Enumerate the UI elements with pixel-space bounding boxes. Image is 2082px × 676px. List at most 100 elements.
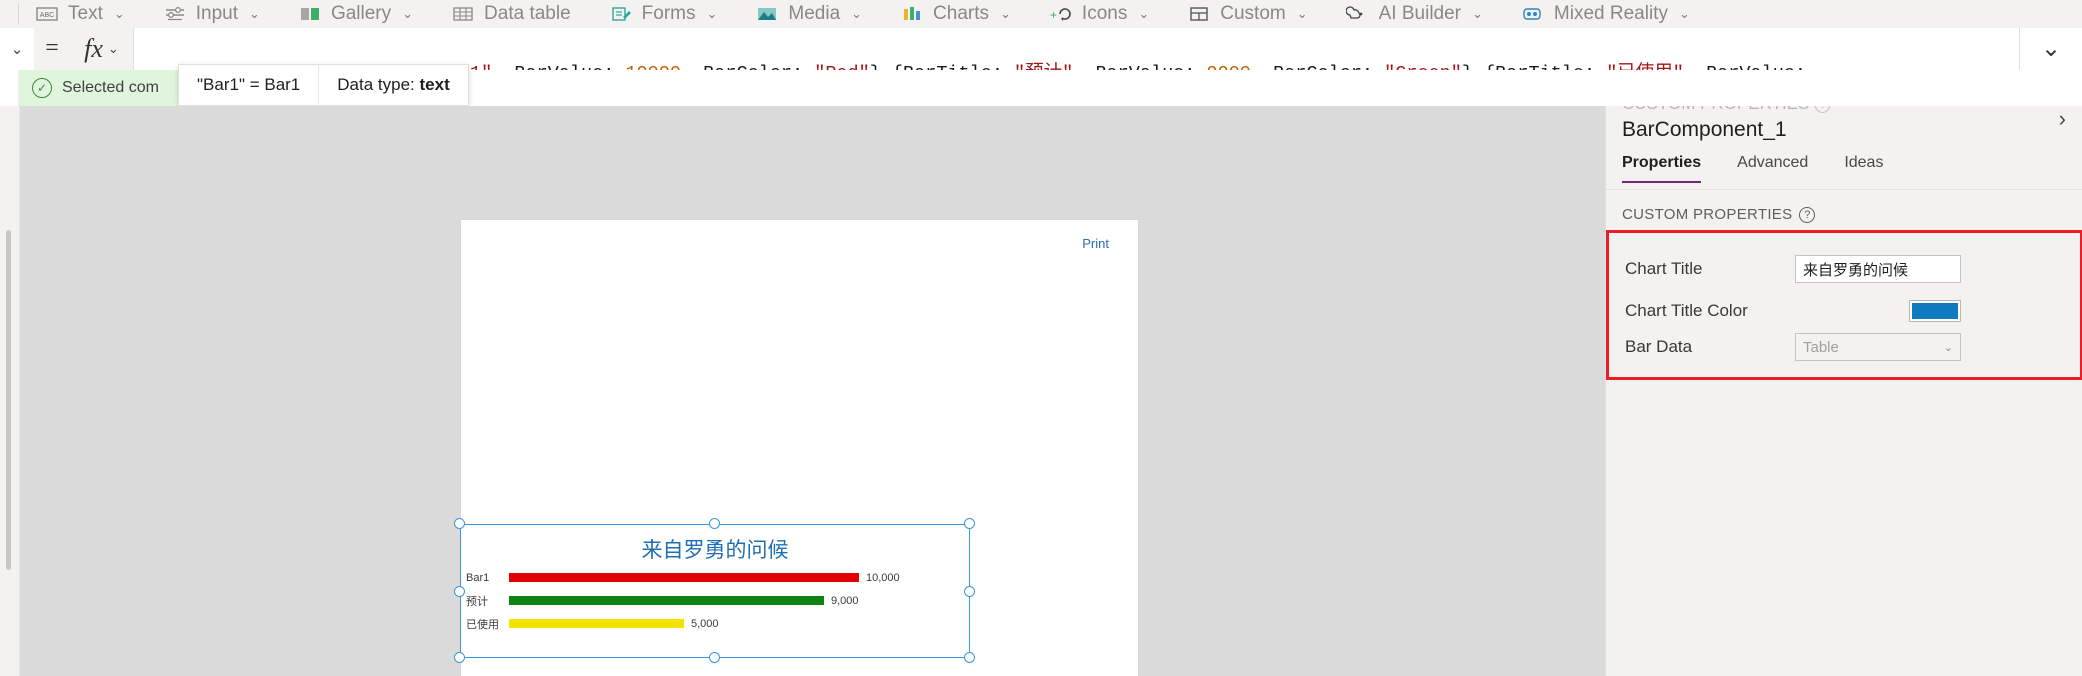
- ribbon-item-label: Gallery: [330, 3, 392, 24]
- chevron-down-icon: ⌄: [1943, 341, 1953, 354]
- property-row-chart-title-color: Chart Title Color: [1609, 293, 2082, 329]
- tab-advanced[interactable]: Advanced: [1737, 154, 1808, 183]
- help-icon[interactable]: ?: [1799, 206, 1816, 223]
- print-link[interactable]: Print: [1082, 236, 1109, 251]
- ribbon-item-label: Charts: [933, 3, 990, 24]
- fx-glyph: fx: [84, 33, 103, 63]
- ribbon-item-ai-builder[interactable]: AI Builder ⌄: [1345, 0, 1501, 28]
- tab-properties[interactable]: Properties: [1622, 154, 1702, 183]
- intellisense-tooltip: "Bar1" = Bar1 Data type: text: [178, 64, 469, 106]
- ribbon-item-forms[interactable]: Forms ⌄: [609, 0, 736, 28]
- bar-track: [509, 596, 824, 605]
- chevron-down-icon: ⌄: [107, 40, 119, 56]
- bar-data-select[interactable]: Table ⌄: [1795, 333, 1961, 361]
- ribbon-item-label: Media: [788, 3, 841, 24]
- chevron-down-icon: ⌄: [1138, 6, 1150, 21]
- ribbon-item-label: Forms: [641, 3, 696, 24]
- chart-bar-row: 预计 9,000: [460, 589, 970, 612]
- studio-body: Print 来自罗勇的问候 Bar1 10,000 预计 9,000 已使用 5,000: [0, 106, 2082, 676]
- ribbon-item-media[interactable]: Media ⌄: [755, 0, 880, 28]
- canvas-area[interactable]: Print 来自罗勇的问候 Bar1 10,000 预计 9,000 已使用 5,000: [20, 106, 1605, 676]
- ribbon-item-mixed-reality[interactable]: Mixed Reality ⌄: [1521, 0, 1708, 28]
- bar-data-value: Table: [1803, 338, 1839, 356]
- bar-value-label: 10,000: [866, 571, 900, 584]
- bar-category-label: 预计: [466, 595, 488, 608]
- ribbon-item-text[interactable]: ABC Text ⌄: [35, 0, 143, 28]
- formula-token: },{BarTitle:: [870, 63, 1014, 70]
- resize-handle-bottom-right[interactable]: [964, 652, 975, 663]
- resize-handle-top-center[interactable]: [709, 518, 720, 529]
- status-text: Selected com: [62, 79, 159, 96]
- resize-handle-top-right[interactable]: [964, 518, 975, 529]
- ribbon-item-data-table[interactable]: Data table: [451, 0, 589, 28]
- bar-value-label: 9,000: [831, 594, 859, 607]
- ribbon-items: ABC Text ⌄ Input ⌄ Gallery ⌄ Data table …: [0, 0, 1728, 28]
- icons-add-icon: +: [1049, 4, 1073, 24]
- collapse-pane-chevron-icon[interactable]: ›: [2059, 106, 2066, 132]
- pane-tabs: Properties Advanced Ideas: [1622, 154, 1883, 183]
- bar-category-label: Bar1: [466, 571, 490, 584]
- chart-title-color-swatch[interactable]: [1909, 300, 1961, 322]
- ribbon-item-label: Icons: [1081, 3, 1128, 24]
- chevron-down-icon: ⌄: [1000, 6, 1011, 21]
- formula-token: 10000: [625, 63, 681, 70]
- chart-bar-row: 已使用 5,000: [460, 612, 970, 635]
- formula-token: "Red": [814, 63, 870, 70]
- ribbon-item-input[interactable]: Input ⌄: [163, 0, 278, 28]
- custom-properties-label: CUSTOM PROPERTIES: [1622, 206, 1793, 223]
- formula-expand-chevron-icon[interactable]: ⌄: [2020, 27, 2082, 70]
- ribbon-item-custom[interactable]: Custom ⌄: [1187, 0, 1325, 28]
- component-name: BarComponent_1: [1622, 118, 1787, 141]
- tooltip-expression: "Bar1" = Bar1: [197, 75, 301, 94]
- chart-bars: Bar1 10,000 预计 9,000 已使用 5,000: [460, 566, 970, 635]
- ribbon-item-label: Input: [195, 3, 239, 24]
- bar-track: [509, 619, 684, 628]
- tooltip-datatype: Data type: text: [318, 64, 467, 106]
- tooltip-datatype-value: text: [419, 75, 450, 94]
- chevron-down-icon: ⌄: [1296, 6, 1308, 21]
- fx-button[interactable]: fx ⌄: [70, 27, 134, 70]
- help-icon[interactable]: ?: [1815, 106, 1831, 113]
- ribbon-item-charts[interactable]: Charts ⌄: [900, 0, 1029, 28]
- chevron-down-icon: ⌄: [249, 6, 260, 21]
- chevron-down-icon: ⌄: [402, 6, 414, 21]
- custom-properties-highlight: Chart Title 来自罗勇的问候 Chart Title Color Ba…: [1606, 230, 2082, 380]
- resize-handle-bottom-left[interactable]: [454, 652, 465, 663]
- formula-token: , BarColor:: [1251, 63, 1384, 70]
- ribbon-item-icons[interactable]: + Icons ⌄: [1049, 0, 1167, 28]
- formula-status-strip: ✓ Selected com "Bar1" = Bar1 Data type: …: [0, 64, 2082, 106]
- formula-token: "已使用": [1606, 63, 1684, 70]
- formula-equals-sign: =: [34, 27, 70, 70]
- ribbon-item-label: Custom: [1220, 3, 1286, 24]
- selected-bar-component[interactable]: 来自罗勇的问候 Bar1 10,000 预计 9,000 已使用 5,000: [454, 518, 975, 676]
- data-table-icon: [451, 4, 475, 24]
- property-selector-chevron-icon[interactable]: ⌄: [0, 27, 34, 70]
- custom-properties-header: CUSTOM PROPERTIES ?: [1622, 206, 1816, 223]
- formula-line-1: Table({BarTitle: "Bar1", BarValue: 10000…: [237, 63, 1806, 70]
- property-label: Chart Title: [1625, 259, 1703, 278]
- tab-ideas[interactable]: Ideas: [1844, 154, 1883, 183]
- insert-ribbon: ABC Text ⌄ Input ⌄ Gallery ⌄ Data table …: [0, 0, 2082, 28]
- ribbon-item-gallery[interactable]: Gallery ⌄: [298, 0, 431, 28]
- property-row-bar-data: Bar Data Table ⌄: [1609, 329, 2082, 365]
- formula-token: "Green": [1384, 63, 1462, 70]
- svg-text:+: +: [1050, 8, 1057, 22]
- resize-handle-bottom-center[interactable]: [709, 652, 720, 663]
- chevron-down-icon: ⌄: [1678, 6, 1690, 21]
- chart-bar-row: Bar1 10,000: [460, 566, 970, 589]
- custom-icon: [1187, 4, 1211, 24]
- chart-title-input[interactable]: 来自罗勇的问候: [1795, 255, 1961, 283]
- forms-icon: [609, 4, 633, 24]
- left-scrollbar[interactable]: [6, 230, 11, 570]
- chevron-down-icon: ⌄: [1472, 6, 1483, 21]
- ribbon-item-label: Mixed Reality: [1553, 3, 1668, 24]
- resize-handle-top-left[interactable]: [454, 518, 465, 529]
- formula-token: , BarValue:: [1073, 63, 1206, 70]
- bar-fill: [509, 619, 684, 628]
- input-slider-icon: [163, 4, 187, 24]
- bar-value-label: 5,000: [691, 617, 719, 630]
- chevron-down-icon: ⌄: [113, 6, 125, 21]
- properties-pane: CUSTOM PROPERTIES? › BarComponent_1 Prop…: [1605, 106, 2082, 676]
- ribbon-item-label: Text: [68, 3, 103, 24]
- bar-fill: [509, 596, 824, 605]
